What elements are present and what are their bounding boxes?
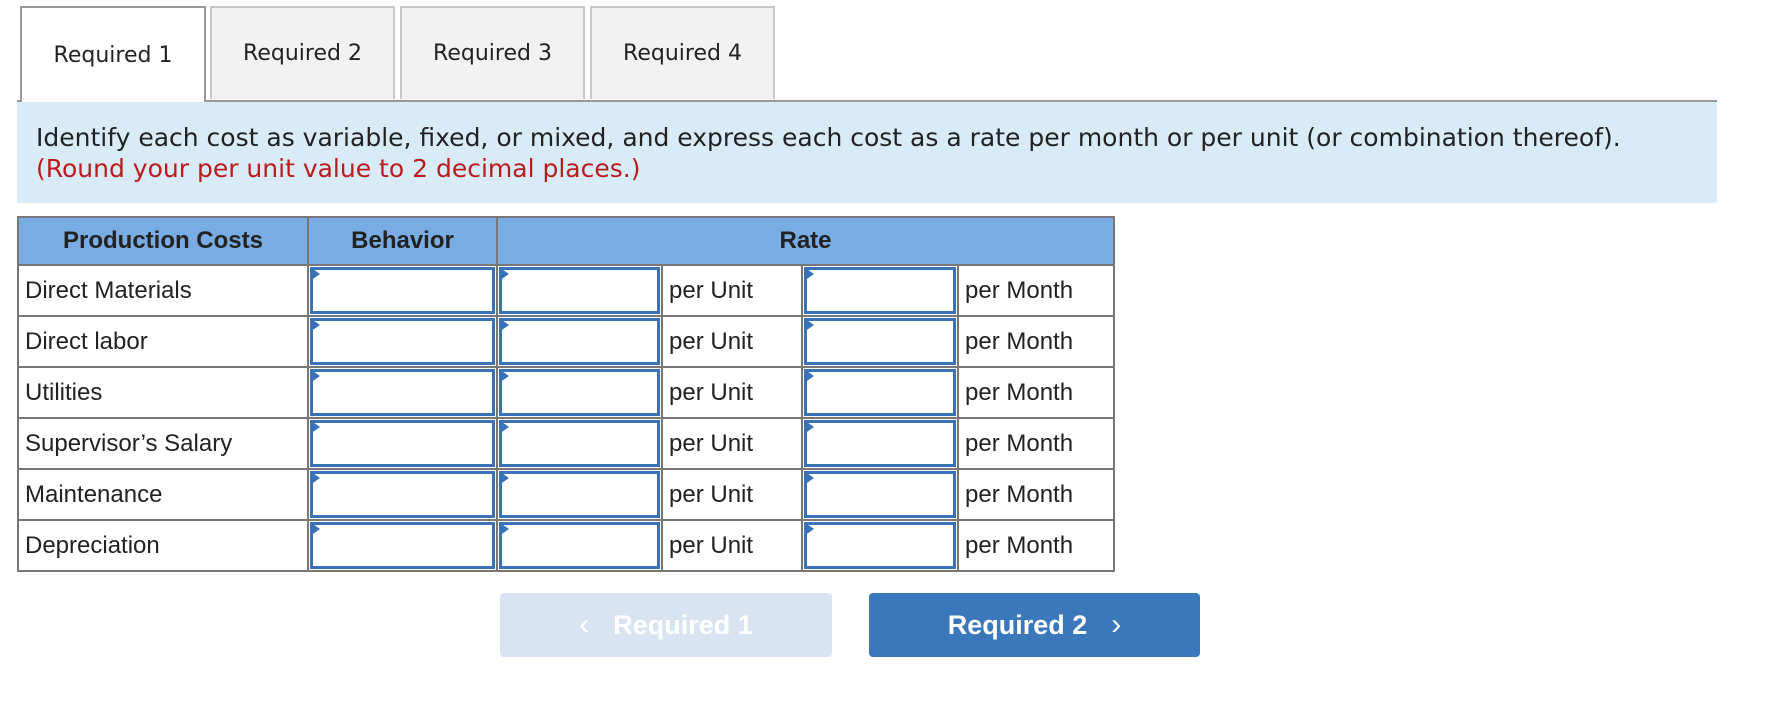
per-month-input-cell [801, 417, 959, 470]
input-marker-icon [310, 420, 320, 434]
instructions-box: Identify each cost as variable, fixed, o… [17, 102, 1717, 203]
header-behavior: Behavior [307, 216, 498, 266]
input-marker-icon [804, 471, 814, 485]
per-unit-label: per Unit [661, 519, 803, 572]
per-unit-label: per Unit [661, 315, 803, 368]
per-unit-label: per Unit [661, 468, 803, 521]
input-marker-icon [310, 267, 320, 281]
per-unit-label: per Unit [661, 417, 803, 470]
cost-label: Direct labor [17, 315, 309, 368]
behavior-input-cell [307, 519, 498, 572]
input-marker-icon [310, 522, 320, 536]
table-row: Direct labor per Unit per Month [17, 315, 1115, 368]
next-button-label: Required 2 [947, 609, 1088, 640]
per-month-label: per Month [957, 366, 1115, 419]
per-unit-input[interactable] [499, 369, 660, 416]
per-unit-input[interactable] [499, 471, 660, 518]
input-marker-icon [499, 318, 509, 332]
cost-behavior-table: Production Costs Behavior Rate Direct Ma… [17, 216, 1115, 572]
cost-label: Depreciation [17, 519, 309, 572]
behavior-input-cell [307, 264, 498, 317]
cost-label: Maintenance [17, 468, 309, 521]
per-unit-input-cell [496, 519, 663, 572]
behavior-input[interactable] [310, 369, 495, 416]
behavior-input-cell [307, 366, 498, 419]
chevron-right-icon: › [1111, 608, 1122, 641]
cost-label: Supervisor’s Salary [17, 417, 309, 470]
prev-required-1-button[interactable]: ‹ Required 1 [500, 593, 832, 657]
per-unit-label: per Unit [661, 366, 803, 419]
per-unit-input-cell [496, 417, 663, 470]
input-marker-icon [499, 267, 509, 281]
behavior-input-cell [307, 417, 498, 470]
per-month-input[interactable] [804, 420, 956, 467]
prev-button-label: Required 1 [613, 609, 753, 640]
per-month-input[interactable] [804, 522, 956, 569]
input-marker-icon [804, 267, 814, 281]
behavior-input[interactable] [310, 420, 495, 467]
rounding-note: (Round your per unit value to 2 decimal … [36, 154, 641, 183]
tab-required-1[interactable]: Required 1 [20, 6, 206, 102]
table-row: Depreciation per Unit per Month [17, 519, 1115, 572]
per-month-input-cell [801, 519, 959, 572]
input-marker-icon [499, 420, 509, 434]
per-month-label: per Month [957, 315, 1115, 368]
per-month-input-cell [801, 315, 959, 368]
instructions-text: Identify each cost as variable, fixed, o… [36, 123, 1621, 152]
per-month-label: per Month [957, 468, 1115, 521]
input-marker-icon [804, 369, 814, 383]
input-marker-icon [499, 369, 509, 383]
next-required-2-button[interactable]: Required 2 › [869, 593, 1200, 657]
input-marker-icon [310, 471, 320, 485]
per-unit-input-cell [496, 366, 663, 419]
table-header-row: Production Costs Behavior Rate [17, 216, 1115, 266]
per-unit-input-cell [496, 468, 663, 521]
input-marker-icon [310, 318, 320, 332]
per-month-input[interactable] [804, 369, 956, 416]
tab-required-2[interactable]: Required 2 [210, 6, 395, 99]
table-row: Supervisor’s Salary per Unit per Month [17, 417, 1115, 470]
input-marker-icon [804, 420, 814, 434]
per-unit-input[interactable] [499, 318, 660, 365]
behavior-input[interactable] [310, 522, 495, 569]
input-marker-icon [804, 318, 814, 332]
header-production-costs: Production Costs [17, 216, 309, 266]
behavior-input[interactable] [310, 267, 495, 314]
per-month-input[interactable] [804, 267, 956, 314]
behavior-input-cell [307, 468, 498, 521]
per-month-input[interactable] [804, 318, 956, 365]
per-unit-input[interactable] [499, 522, 660, 569]
per-unit-input-cell [496, 315, 663, 368]
behavior-input-cell [307, 315, 498, 368]
per-month-input-cell [801, 468, 959, 521]
input-marker-icon [499, 522, 509, 536]
per-unit-input-cell [496, 264, 663, 317]
table-row: Direct Materials per Unit per Month [17, 264, 1115, 317]
tab-required-3[interactable]: Required 3 [400, 6, 585, 99]
tab-required-4[interactable]: Required 4 [590, 6, 775, 99]
per-month-input[interactable] [804, 471, 956, 518]
input-marker-icon [310, 369, 320, 383]
table-row: Utilities per Unit per Month [17, 366, 1115, 419]
cost-label: Utilities [17, 366, 309, 419]
behavior-input[interactable] [310, 318, 495, 365]
header-rate: Rate [496, 216, 1115, 266]
per-month-label: per Month [957, 264, 1115, 317]
input-marker-icon [499, 471, 509, 485]
per-unit-input[interactable] [499, 267, 660, 314]
per-month-label: per Month [957, 519, 1115, 572]
behavior-input[interactable] [310, 471, 495, 518]
table-row: Maintenance per Unit per Month [17, 468, 1115, 521]
input-marker-icon [804, 522, 814, 536]
per-month-label: per Month [957, 417, 1115, 470]
per-month-input-cell [801, 366, 959, 419]
per-unit-input[interactable] [499, 420, 660, 467]
chevron-left-icon: ‹ [579, 608, 590, 641]
per-month-input-cell [801, 264, 959, 317]
cost-label: Direct Materials [17, 264, 309, 317]
per-unit-label: per Unit [661, 264, 803, 317]
